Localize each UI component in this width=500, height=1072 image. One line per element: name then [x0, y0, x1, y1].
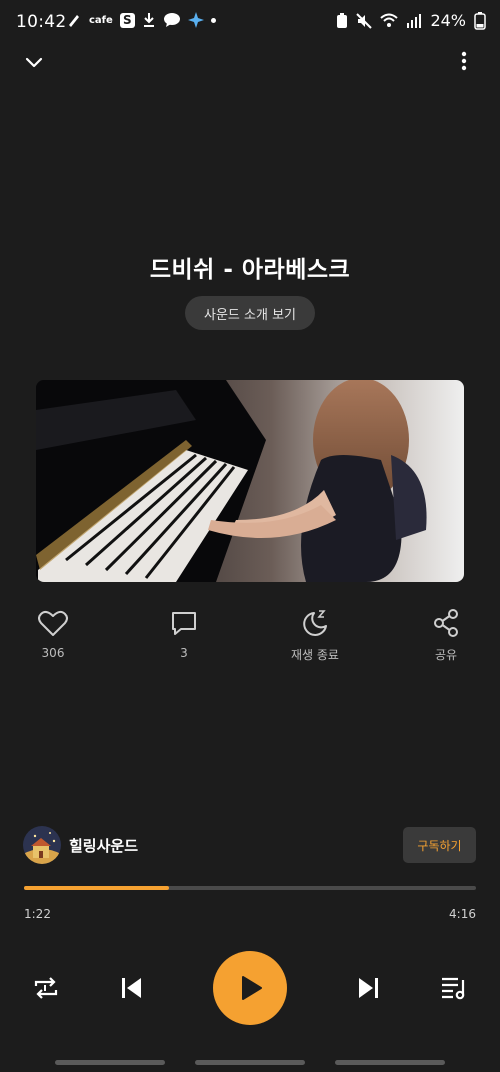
play-icon [242, 976, 262, 1000]
nav-recents[interactable] [55, 1060, 165, 1065]
collapse-button[interactable] [22, 50, 46, 74]
more-options-button[interactable] [452, 50, 476, 74]
current-time: 1:22 [24, 907, 51, 921]
sleep-timer-action[interactable]: 재생 종료 [270, 606, 360, 663]
download-icon [143, 13, 154, 27]
playlist-icon [442, 977, 465, 1000]
subscribe-button[interactable]: 구독하기 [403, 827, 476, 863]
s-app-icon: S [119, 12, 135, 28]
progress-fill [24, 886, 169, 890]
comment-icon [172, 612, 196, 635]
channel-avatar-image [23, 826, 61, 864]
skip-previous-icon [122, 978, 141, 998]
channel-avatar[interactable] [23, 826, 61, 864]
moon-sleep-icon [303, 610, 327, 636]
share-label: 공유 [434, 648, 458, 662]
channel-name[interactable]: 힐링사운드 [69, 835, 138, 856]
more-vertical-icon [461, 51, 467, 71]
chat-bubble-icon [163, 13, 180, 27]
total-time: 4:16 [449, 907, 476, 921]
nav-back[interactable] [335, 1060, 445, 1065]
comment-count: 3 [180, 646, 188, 660]
next-button[interactable] [349, 968, 389, 1008]
notification-icons: cafe S [66, 12, 216, 28]
nav-home[interactable] [195, 1060, 305, 1065]
comment-action[interactable]: 3 [139, 606, 229, 660]
piano-photo-illustration [36, 380, 464, 582]
heart-icon [38, 610, 68, 636]
pen-icon [69, 15, 79, 27]
previous-button[interactable] [111, 968, 151, 1008]
sleep-timer-label: 재생 종료 [291, 648, 339, 662]
chevron-down-icon [25, 57, 43, 68]
like-action[interactable]: 306 [8, 606, 98, 660]
wifi-icon [380, 13, 399, 27]
track-title: 드비쉬 - 아라베스크 [149, 257, 351, 283]
share-icon [434, 609, 458, 637]
mute-icon [356, 12, 373, 29]
track-artwork [36, 380, 464, 582]
sound-intro-button[interactable]: 사운드 소개 보기 [185, 296, 315, 330]
play-button[interactable] [213, 951, 287, 1025]
progress-bar[interactable] [24, 886, 476, 890]
more-notifications-dot [210, 17, 216, 23]
battery-saver-icon [337, 12, 348, 28]
repeat-button[interactable] [26, 968, 66, 1008]
status-bar: 10:42 cafe S 24% [0, 0, 500, 44]
battery-percent: 24% [430, 11, 466, 30]
share-action[interactable]: 공유 [401, 606, 491, 663]
sparkle-icon [187, 12, 204, 28]
cafe-label: cafe [89, 14, 113, 26]
playlist-button[interactable] [434, 968, 474, 1008]
repeat-icon [34, 977, 58, 999]
status-time: 10:42 [16, 12, 67, 32]
signal-icon [407, 14, 422, 28]
skip-next-icon [359, 978, 378, 998]
system-status: 24% [336, 11, 486, 30]
like-count: 306 [41, 646, 65, 660]
battery-icon [474, 11, 486, 30]
